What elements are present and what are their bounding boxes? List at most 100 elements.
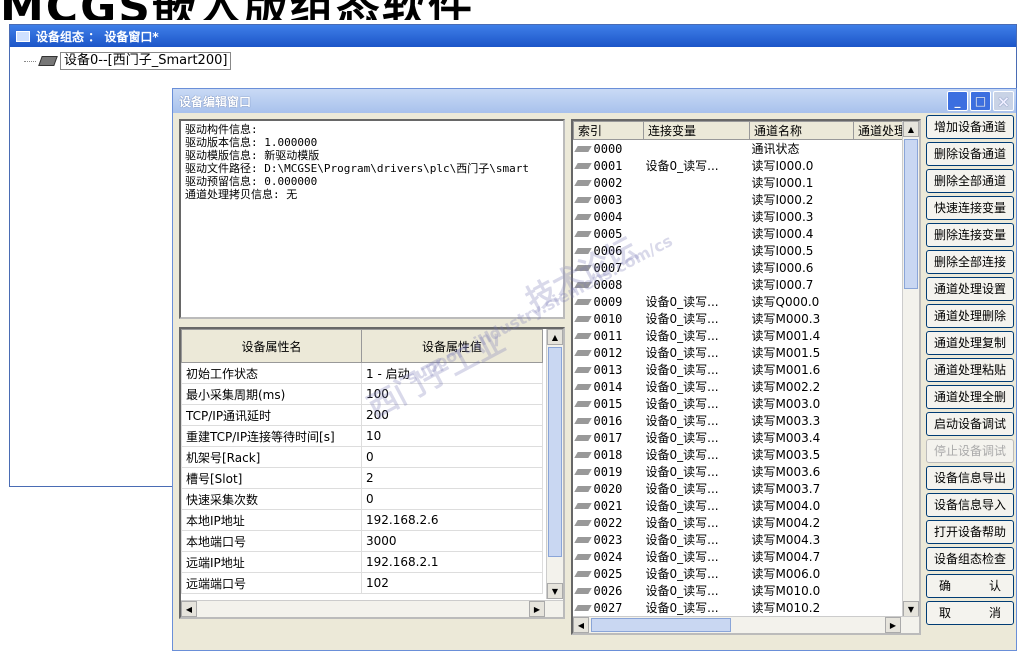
prop-value-cell[interactable]: 192.168.2.6 xyxy=(361,509,543,531)
channel-variable-cell[interactable] xyxy=(644,259,750,276)
channel-variable-cell[interactable]: 设备0_读写... xyxy=(644,463,750,480)
dialog-titlebar[interactable]: 设备编辑窗口 _ □ × xyxy=(173,89,1016,113)
prop-row[interactable]: 重建TCP/IP连接等待时间[s] 10 xyxy=(181,425,543,447)
channel-variable-cell[interactable]: 设备0_读写... xyxy=(644,565,750,582)
channel-variable-cell[interactable]: 设备0_读写... xyxy=(644,344,750,361)
channel-row[interactable]: 0020 设备0_读写... 读写M003.7 xyxy=(573,480,906,497)
channel-variable-cell[interactable]: 设备0_读写... xyxy=(644,378,750,395)
prop-value-cell[interactable]: 1 - 启动 xyxy=(361,362,543,384)
scroll-left-arrow-icon[interactable]: ◀ xyxy=(181,601,197,617)
channel-variable-cell[interactable]: 设备0_读写... xyxy=(644,395,750,412)
confirm-button[interactable]: 确 认 xyxy=(926,574,1014,598)
prop-name-cell[interactable]: 快速采集次数 xyxy=(181,488,362,510)
prop-value-cell[interactable]: 0 xyxy=(361,488,543,510)
prop-value-cell[interactable]: 100 xyxy=(361,383,543,405)
prop-name-cell[interactable]: 远端端口号 xyxy=(181,572,362,594)
prop-row[interactable]: TCP/IP通讯延时 200 xyxy=(181,404,543,426)
channel-variable-cell[interactable]: 设备0_读写... xyxy=(644,531,750,548)
prop-value-cell[interactable]: 192.168.2.1 xyxy=(361,551,543,573)
channel-variable-cell[interactable]: 设备0_读写... xyxy=(644,157,750,174)
delete-channel-button[interactable]: 删除设备通道 xyxy=(926,142,1014,166)
channel-variable-cell[interactable] xyxy=(644,208,750,225)
channel-row[interactable]: 0006 读写I000.5 xyxy=(573,242,906,259)
close-button[interactable]: × xyxy=(993,91,1014,111)
prop-value-cell[interactable]: 2 xyxy=(361,467,543,489)
prop-row[interactable]: 初始工作状态 1 - 启动 xyxy=(181,362,543,384)
channel-variable-cell[interactable]: 设备0_读写... xyxy=(644,548,750,565)
prop-name-cell[interactable]: 远端IP地址 xyxy=(181,551,362,573)
stop-debug-button[interactable]: 停止设备调试 xyxy=(926,439,1014,463)
prop-name-cell[interactable]: 本地端口号 xyxy=(181,530,362,552)
prop-row[interactable]: 最小采集周期(ms) 100 xyxy=(181,383,543,405)
prop-value-cell[interactable]: 3000 xyxy=(361,530,543,552)
channel-variable-cell[interactable]: 设备0_读写... xyxy=(644,429,750,446)
scroll-right-arrow-icon[interactable]: ▶ xyxy=(529,601,545,617)
channel-scroll-down-icon[interactable]: ▼ xyxy=(903,601,919,617)
prop-name-cell[interactable]: TCP/IP通讯延时 xyxy=(181,404,362,426)
export-info-button[interactable]: 设备信息导出 xyxy=(926,466,1014,490)
check-config-button[interactable]: 设备组态检查 xyxy=(926,547,1014,571)
prop-row[interactable]: 快速采集次数 0 xyxy=(181,488,543,510)
prop-row[interactable]: 机架号[Rack] 0 xyxy=(181,446,543,468)
channel-variable-cell[interactable] xyxy=(644,191,750,208)
prop-name-header[interactable]: 设备属性名 xyxy=(181,329,362,363)
channel-row[interactable]: 0021 设备0_读写... 读写M004.0 xyxy=(573,497,906,514)
channel-row[interactable]: 0017 设备0_读写... 读写M003.4 xyxy=(573,429,906,446)
maximize-button[interactable]: □ xyxy=(970,91,991,111)
prop-row[interactable]: 远端端口号 102 xyxy=(181,572,543,594)
prop-row[interactable]: 远端IP地址 192.168.2.1 xyxy=(181,551,543,573)
outer-window-titlebar[interactable]: 设备组态 ： 设备窗口* xyxy=(10,25,1016,47)
props-scroll-thumb[interactable] xyxy=(548,347,562,557)
channel-row[interactable]: 0000 通讯状态 xyxy=(573,140,906,158)
channel-scroll-up-icon[interactable]: ▲ xyxy=(903,121,919,137)
prop-value-cell[interactable]: 102 xyxy=(361,572,543,594)
channel-variable-cell[interactable]: 设备0_读写... xyxy=(644,310,750,327)
quick-connect-button[interactable]: 快速连接变量 xyxy=(926,196,1014,220)
driver-info-panel[interactable]: 驱动构件信息: 驱动版本信息: 1.000000 驱动模版信息: 新驱动模版 驱动文件… xyxy=(179,119,565,319)
channel-row[interactable]: 0024 设备0_读写... 读写M004.7 xyxy=(573,548,906,565)
channel-variable-cell[interactable] xyxy=(644,140,750,158)
prop-name-cell[interactable]: 机架号[Rack] xyxy=(181,446,362,468)
add-channel-button[interactable]: 增加设备通道 xyxy=(926,115,1014,139)
channel-scroll-thumb[interactable] xyxy=(904,139,918,289)
prop-value-cell[interactable]: 200 xyxy=(361,404,543,426)
channel-row[interactable]: 0002 读写I000.1 xyxy=(573,174,906,191)
prop-name-cell[interactable]: 初始工作状态 xyxy=(181,362,362,384)
open-help-button[interactable]: 打开设备帮助 xyxy=(926,520,1014,544)
import-info-button[interactable]: 设备信息导入 xyxy=(926,493,1014,517)
channel-row[interactable]: 0023 设备0_读写... 读写M004.3 xyxy=(573,531,906,548)
props-horizontal-scrollbar[interactable]: ◀ ▶ xyxy=(181,600,563,617)
delete-all-channels-button[interactable]: 删除全部通道 xyxy=(926,169,1014,193)
channel-variable-cell[interactable]: 设备0_读写... xyxy=(644,327,750,344)
prop-row[interactable]: 本地端口号 3000 xyxy=(181,530,543,552)
channel-row[interactable]: 0014 设备0_读写... 读写M002.2 xyxy=(573,378,906,395)
channel-variable-cell[interactable]: 设备0_读写... xyxy=(644,480,750,497)
channel-proc-setting-button[interactable]: 通道处理设置 xyxy=(926,277,1014,301)
channel-row[interactable]: 0015 设备0_读写... 读写M003.0 xyxy=(573,395,906,412)
channel-row[interactable]: 0018 设备0_读写... 读写M003.5 xyxy=(573,446,906,463)
prop-value-cell[interactable]: 10 xyxy=(361,425,543,447)
channel-horizontal-scrollbar[interactable]: ◀ ▶ xyxy=(573,616,919,633)
channel-row[interactable]: 0007 读写I000.6 xyxy=(573,259,906,276)
start-debug-button[interactable]: 启动设备调试 xyxy=(926,412,1014,436)
col-header-variable[interactable]: 连接变量 xyxy=(643,121,750,140)
col-header-index[interactable]: 索引 xyxy=(573,121,644,140)
channel-row[interactable]: 0026 设备0_读写... 读写M010.0 xyxy=(573,582,906,599)
prop-value-header[interactable]: 设备属性值 xyxy=(361,329,543,363)
prop-name-cell[interactable]: 本地IP地址 xyxy=(181,509,362,531)
minimize-button[interactable]: _ xyxy=(947,91,968,111)
channel-row[interactable]: 0004 读写I000.3 xyxy=(573,208,906,225)
channel-row[interactable]: 0019 设备0_读写... 读写M003.6 xyxy=(573,463,906,480)
cancel-button[interactable]: 取 消 xyxy=(926,601,1014,625)
channel-variable-cell[interactable]: 设备0_读写... xyxy=(644,582,750,599)
channel-row[interactable]: 0005 读写I000.4 xyxy=(573,225,906,242)
prop-name-cell[interactable]: 重建TCP/IP连接等待时间[s] xyxy=(181,425,362,447)
channel-variable-cell[interactable]: 设备0_读写... xyxy=(644,446,750,463)
col-header-channel-name[interactable]: 通道名称 xyxy=(749,121,854,140)
channel-row[interactable]: 0001 设备0_读写... 读写I000.0 xyxy=(573,157,906,174)
delete-all-connect-button[interactable]: 删除全部连接 xyxy=(926,250,1014,274)
prop-name-cell[interactable]: 最小采集周期(ms) xyxy=(181,383,362,405)
channel-row[interactable]: 0022 设备0_读写... 读写M004.2 xyxy=(573,514,906,531)
channel-variable-cell[interactable] xyxy=(644,242,750,259)
delete-connect-button[interactable]: 删除连接变量 xyxy=(926,223,1014,247)
